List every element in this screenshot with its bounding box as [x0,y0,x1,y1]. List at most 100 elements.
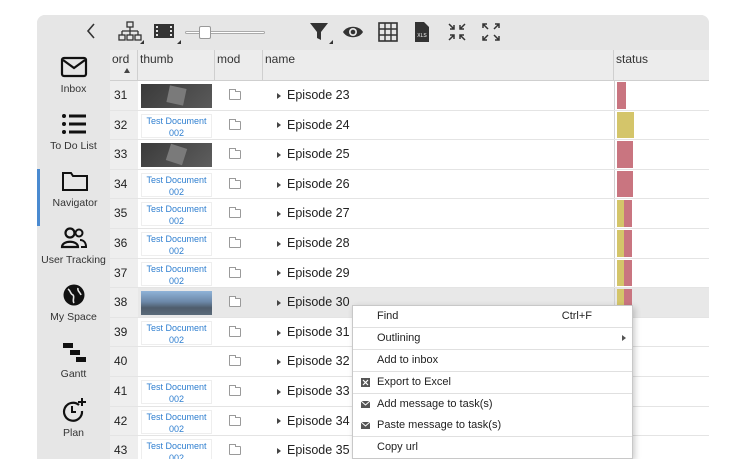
thumbnail-image[interactable] [141,143,212,168]
thumb-cell[interactable]: Test Document 002 [138,259,215,288]
thumb-cell[interactable]: Test Document 002 [138,436,215,459]
table-row[interactable]: 37 Test Document 002 Episode 29 [110,258,709,289]
thumb-cell[interactable]: Test Document 002 [138,229,215,258]
sidebar-item-inbox[interactable]: Inbox [37,55,110,112]
table-row[interactable]: 35 Test Document 002 Episode 27 [110,199,709,229]
expand-arrow-icon[interactable] [277,92,281,99]
folder-icon [229,296,241,308]
expand-arrow-icon[interactable] [277,151,281,158]
sort-ascending-icon [124,68,130,73]
thumbnail-link[interactable]: Test Document 002 [141,172,212,197]
menu-item-outlining[interactable]: Outlining [353,328,632,349]
thumb-cell[interactable] [138,347,215,376]
clock-plus-icon [37,397,110,423]
menu-item-add-to-inbox[interactable]: Add to inbox [353,350,632,371]
menu-item-find[interactable]: Find Ctrl+F [353,306,632,327]
grid-icon[interactable] [377,21,399,43]
menu-item-paste-message[interactable]: Paste message to task(s) [353,415,632,436]
thumb-cell[interactable] [138,140,215,169]
expand-arrow-icon[interactable] [277,181,281,188]
filter-icon[interactable] [308,21,334,44]
row-name-label: Episode 26 [287,176,350,191]
thumbnail-link[interactable]: Test Document 002 [141,409,212,434]
thumbnail-link[interactable]: Test Document 002 [141,202,212,227]
status-bar [617,170,633,198]
zoom-slider-handle[interactable] [199,26,211,39]
expand-arrow-icon[interactable] [277,418,281,425]
table-row[interactable]: 36 Test Document 002 Episode 28 [110,229,709,259]
expand-arrow-icon[interactable] [277,240,281,247]
thumb-cell[interactable]: Test Document 002 [138,111,215,140]
mod-cell [215,170,263,199]
name-cell[interactable]: Episode 23 [263,81,614,110]
film-icon[interactable] [152,21,182,44]
thumb-cell[interactable]: Test Document 002 [138,377,215,406]
expand-arrow-icon[interactable] [277,299,281,306]
name-cell[interactable]: Episode 24 [263,111,614,140]
table-row[interactable]: 34 Test Document 002 Episode 26 [110,169,709,200]
thumbnail-link[interactable]: Test Document 002 [141,320,212,345]
expand-arrow-icon[interactable] [277,329,281,336]
expand-arrow-icon[interactable] [277,211,281,218]
ord-cell: 39 [110,317,138,347]
thumb-cell[interactable]: Test Document 002 [138,170,215,199]
thumbnail-link[interactable]: Test Document 002 [141,439,212,459]
thumbnail-link[interactable]: Test Document 002 [141,380,212,404]
sidebar-item-gantt[interactable]: Gantt [37,340,110,397]
message-icon [361,421,370,429]
sidebar-item-plan[interactable]: Plan [37,397,110,454]
menu-item-export-to-excel[interactable]: Export to Excel [353,372,632,393]
globe-icon [37,283,110,307]
thumb-cell[interactable]: Test Document 002 [138,318,215,347]
status-cell [614,140,709,169]
row-name-label: Episode 33 [287,384,350,398]
zoom-slider[interactable] [185,21,265,43]
sidebar-item-user-tracking[interactable]: User Tracking [37,226,110,283]
mod-cell [215,288,263,317]
menu-item-add-message[interactable]: Add message to task(s) [353,394,632,415]
name-cell[interactable]: Episode 25 [263,140,614,169]
thumb-cell[interactable] [138,81,215,110]
xls-icon[interactable]: XLS [412,21,432,43]
expand-arrow-icon[interactable] [277,447,281,454]
table-row[interactable]: 33 Episode 25 [110,140,709,170]
column-header-ord[interactable]: ord [110,50,138,81]
thumb-cell[interactable]: Test Document 002 [138,199,215,228]
name-cell[interactable]: Episode 29 [263,259,614,288]
expand-arrow-icon[interactable] [277,388,281,395]
thumbnail-link[interactable]: Test Document 002 [141,232,212,256]
expand-arrow-icon[interactable] [277,122,281,129]
collapse-sidebar-icon[interactable] [85,21,101,43]
eye-icon[interactable] [342,21,364,43]
expand-icon[interactable] [480,21,502,43]
menu-item-copy-url[interactable]: Copy url [353,437,632,458]
thumbnail-link[interactable]: Test Document 002 [141,113,212,138]
expand-arrow-icon[interactable] [277,270,281,277]
ord-cell: 31 [110,81,138,110]
thumb-cell[interactable]: Test Document 002 [138,407,215,436]
thumbnail-image[interactable] [141,291,212,316]
folder-icon [229,325,241,337]
thumbnail-image[interactable] [141,84,212,108]
table-row[interactable]: 31 Episode 23 [110,81,709,111]
expand-arrow-icon[interactable] [277,359,281,366]
column-header-mod[interactable]: mod [215,50,263,81]
thumb-cell[interactable] [138,288,215,317]
status-cell [614,229,709,258]
column-header-status[interactable]: status [614,50,709,81]
hierarchy-icon[interactable] [118,21,144,44]
thumbnail-link[interactable]: Test Document 002 [141,261,212,286]
sidebar-item-my-space[interactable]: My Space [37,283,110,340]
name-cell[interactable]: Episode 28 [263,229,614,258]
sidebar-item-to-do-list[interactable]: To Do List [37,112,110,169]
column-header-thumb[interactable]: thumb [138,50,215,81]
status-cell [614,81,709,110]
name-cell[interactable]: Episode 27 [263,199,614,228]
table-row[interactable]: 32 Test Document 002 Episode 24 [110,110,709,141]
name-cell[interactable]: Episode 26 [263,170,614,199]
toolbar: XLS [110,15,709,50]
mod-cell [215,111,263,140]
sidebar-item-navigator[interactable]: Navigator [37,169,110,226]
column-header-name[interactable]: name [263,50,614,81]
collapse-icon[interactable] [446,21,468,43]
